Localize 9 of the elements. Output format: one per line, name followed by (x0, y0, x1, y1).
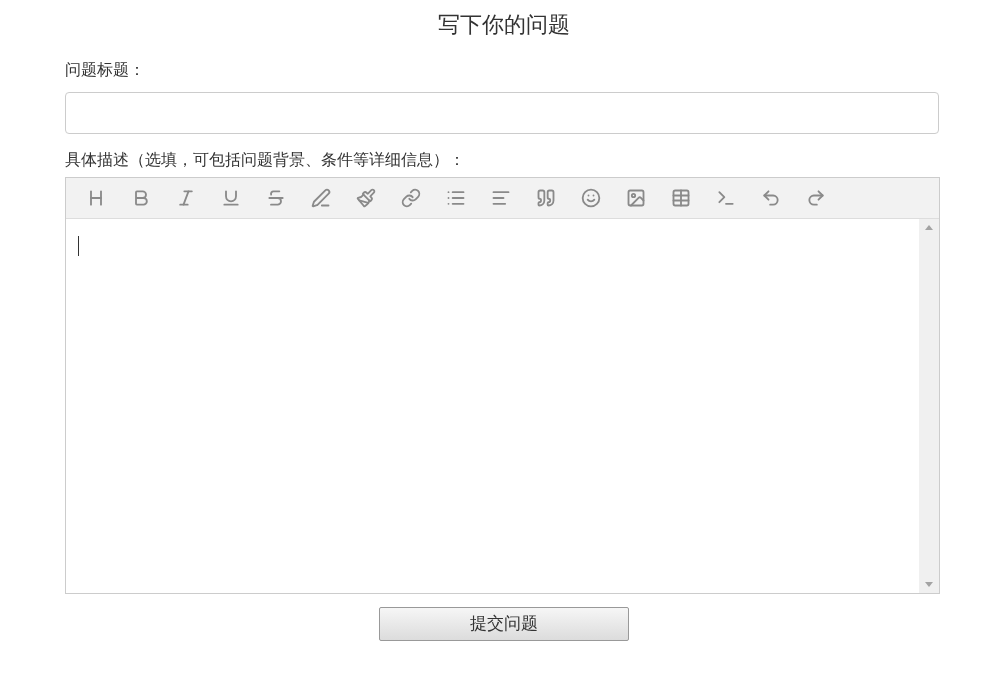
page-title: 写下你的问题 (437, 11, 570, 39)
text-cursor (78, 236, 79, 256)
submit-button[interactable]: 提交问题 (378, 607, 629, 641)
scroll-down-icon[interactable] (925, 582, 933, 587)
scroll-up-icon[interactable] (925, 225, 933, 230)
field-label: 具体描述（选填，可包括问题背景、条件等详细信息）： (65, 150, 465, 169)
field-label: 问题标题： (65, 60, 145, 79)
title-input[interactable] (65, 92, 939, 134)
scrollbar[interactable] (919, 219, 939, 593)
